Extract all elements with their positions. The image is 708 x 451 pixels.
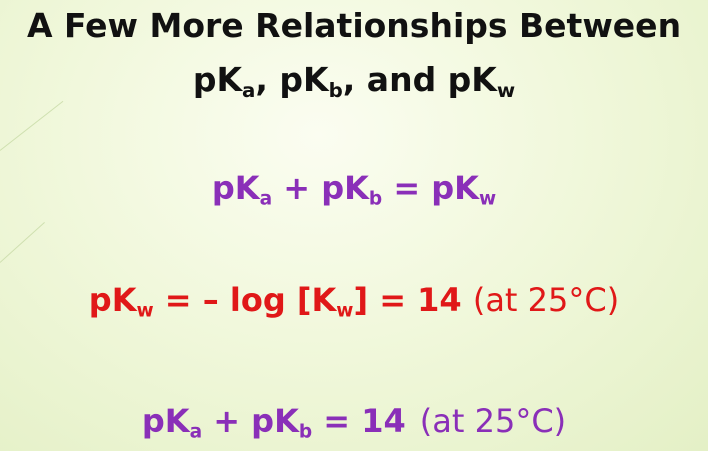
decorative-line	[0, 221, 45, 263]
title-text: A Few More Relationships Between	[26, 6, 682, 45]
slide-title-line-2: pKa, pKb, and pKw	[0, 60, 708, 100]
subscript-b: b	[328, 78, 343, 102]
equation-pka-pkb-pkw: pKa + pKb = pKw	[0, 166, 708, 210]
subscript-a: a	[189, 421, 203, 443]
decorative-line	[0, 100, 64, 151]
equation-text: ] = 14	[353, 281, 473, 319]
subscript-w: w	[496, 78, 516, 102]
equation-text: pK	[141, 402, 190, 440]
equation-text: pK	[88, 281, 137, 319]
temperature-note: (at 25°C)	[472, 281, 620, 319]
subscript-w: w	[336, 300, 354, 322]
equation-text: + pK	[272, 169, 369, 207]
equation-pkw-log-kw: pKw = – log [Kw] = 14 (at 25°C)	[0, 278, 708, 322]
subscript-w: w	[136, 300, 154, 322]
title-text: , pK	[255, 60, 329, 99]
slide: { "title": { "line1": "A Few More Relati…	[0, 0, 708, 451]
subscript-a: a	[259, 188, 273, 210]
equation-text: = 14	[312, 402, 406, 440]
title-text: , and pK	[342, 60, 497, 99]
subscript-a: a	[242, 78, 256, 102]
equation-text: = pK	[382, 169, 479, 207]
subscript-b: b	[298, 421, 313, 443]
equation-text: = – log [K	[153, 281, 337, 319]
equation-pka-pkb-14: pKa + pKb = 14 (at 25°C)	[0, 399, 708, 443]
equation-text: pK	[211, 169, 260, 207]
subscript-b: b	[368, 188, 383, 210]
subscript-w: w	[478, 188, 497, 210]
title-text: pK	[192, 60, 243, 99]
equation-text: + pK	[202, 402, 299, 440]
slide-title-line-1: A Few More Relationships Between	[0, 6, 708, 46]
temperature-note: (at 25°C)	[419, 402, 567, 440]
